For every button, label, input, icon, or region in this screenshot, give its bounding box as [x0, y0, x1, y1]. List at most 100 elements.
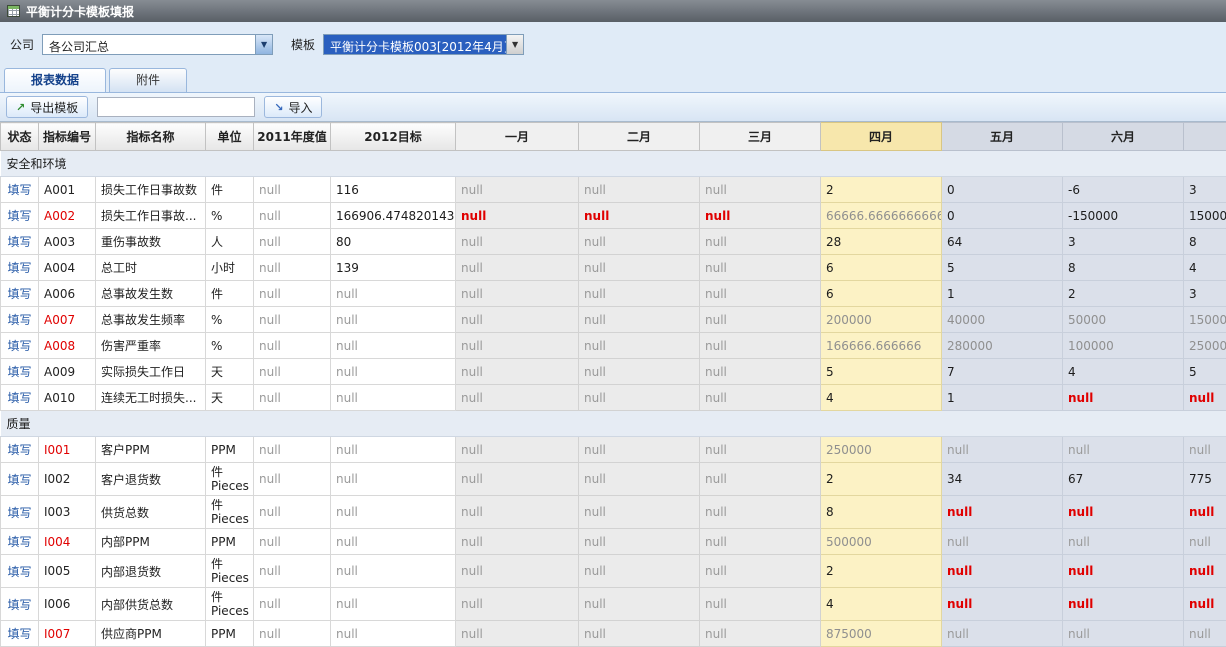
- column-header-status[interactable]: 状态: [1, 123, 39, 151]
- tab-report-data[interactable]: 报表数据: [4, 68, 106, 92]
- value-2011-cell: null: [254, 359, 331, 385]
- chevron-down-icon[interactable]: ▼: [506, 35, 523, 54]
- value-2011-cell: null: [254, 307, 331, 333]
- column-header-feb[interactable]: 二月: [579, 123, 700, 151]
- company-select-value[interactable]: 各公司汇总: [43, 35, 255, 54]
- column-header-clipped[interactable]: [1184, 123, 1226, 151]
- chevron-down-icon[interactable]: ▼: [255, 35, 272, 54]
- month-cell[interactable]: 200000: [821, 307, 942, 333]
- tab-attachments[interactable]: 附件: [109, 68, 187, 92]
- group-label: 安全和环境: [1, 151, 1226, 177]
- month-cell: 15000: [1184, 203, 1226, 229]
- fill-link[interactable]: 填写: [7, 183, 31, 197]
- column-header-jan[interactable]: 一月: [456, 123, 579, 151]
- fill-link[interactable]: 填写: [7, 209, 31, 223]
- import-label: 导入: [288, 99, 312, 116]
- month-cell: null: [942, 621, 1063, 647]
- fill-link[interactable]: 填写: [7, 391, 31, 405]
- month-cell[interactable]: 28: [821, 229, 942, 255]
- column-header-apr[interactable]: 四月: [821, 123, 942, 151]
- status-cell: 填写: [1, 437, 39, 463]
- unit-cell: %: [206, 333, 254, 359]
- month-cell: null: [456, 229, 579, 255]
- month-cell: null: [456, 588, 579, 621]
- month-cell[interactable]: 250000: [821, 437, 942, 463]
- status-cell: 填写: [1, 333, 39, 359]
- fill-link[interactable]: 填写: [7, 565, 31, 579]
- month-cell: null: [700, 529, 821, 555]
- month-cell: 7: [942, 359, 1063, 385]
- unit-line1: 件: [211, 465, 248, 479]
- indicator-code: I005: [39, 555, 96, 588]
- indicator-code: I006: [39, 588, 96, 621]
- column-header-code[interactable]: 指标编号: [39, 123, 96, 151]
- import-button[interactable]: ↘ 导入: [264, 96, 322, 118]
- indicator-name: 损失工作日事故数: [96, 177, 206, 203]
- column-header-target-2012[interactable]: 2012目标: [331, 123, 456, 151]
- month-cell: null: [1063, 588, 1184, 621]
- target-2012-cell: 139: [331, 255, 456, 281]
- value-2011-cell: null: [254, 255, 331, 281]
- indicator-code: A003: [39, 229, 96, 255]
- column-header-unit[interactable]: 单位: [206, 123, 254, 151]
- month-cell[interactable]: 5: [821, 359, 942, 385]
- group-label: 质量: [1, 411, 1226, 437]
- indicator-name: 客户退货数: [96, 463, 206, 496]
- column-header-jun[interactable]: 六月: [1063, 123, 1184, 151]
- indicator-name: 内部PPM: [96, 529, 206, 555]
- month-cell[interactable]: 6: [821, 255, 942, 281]
- month-cell: 280000: [942, 333, 1063, 359]
- month-cell[interactable]: 4: [821, 588, 942, 621]
- fill-link[interactable]: 填写: [7, 313, 31, 327]
- month-cell: null: [700, 359, 821, 385]
- fill-link[interactable]: 填写: [7, 365, 31, 379]
- fill-link[interactable]: 填写: [7, 506, 31, 520]
- column-header-may[interactable]: 五月: [942, 123, 1063, 151]
- company-select[interactable]: 各公司汇总 ▼: [42, 34, 273, 55]
- month-cell: null: [579, 463, 700, 496]
- month-cell[interactable]: 875000: [821, 621, 942, 647]
- fill-link[interactable]: 填写: [7, 535, 31, 549]
- column-header-mar[interactable]: 三月: [700, 123, 821, 151]
- unit-line2: Pieces: [211, 479, 248, 493]
- month-cell[interactable]: 500000: [821, 529, 942, 555]
- fill-link[interactable]: 填写: [7, 287, 31, 301]
- import-file-input[interactable]: [97, 97, 255, 117]
- fill-link[interactable]: 填写: [7, 339, 31, 353]
- month-cell[interactable]: 66666.6666666666: [821, 203, 942, 229]
- template-label: 模板: [291, 36, 315, 53]
- month-cell: null: [1063, 621, 1184, 647]
- value-2011-cell: null: [254, 555, 331, 588]
- column-header-2011[interactable]: 2011年度值: [254, 123, 331, 151]
- month-cell[interactable]: 6: [821, 281, 942, 307]
- month-cell[interactable]: 166666.666666: [821, 333, 942, 359]
- month-cell[interactable]: 2: [821, 555, 942, 588]
- month-cell: null: [456, 437, 579, 463]
- fill-link[interactable]: 填写: [7, 261, 31, 275]
- month-cell: null: [579, 255, 700, 281]
- month-cell: 8: [1063, 255, 1184, 281]
- template-select[interactable]: 平衡计分卡模板003[2012年4月] ▼: [323, 34, 524, 55]
- header-row: 状态 指标编号 指标名称 单位 2011年度值 2012目标 一月 二月 三月 …: [1, 123, 1226, 151]
- value-2011-cell: null: [254, 588, 331, 621]
- target-2012-cell: null: [331, 496, 456, 529]
- fill-link[interactable]: 填写: [7, 598, 31, 612]
- month-cell: null: [456, 307, 579, 333]
- month-cell: null: [942, 555, 1063, 588]
- export-template-button[interactable]: ↗ 导出模板: [6, 96, 88, 118]
- template-select-value[interactable]: 平衡计分卡模板003[2012年4月]: [324, 35, 506, 54]
- month-cell: 5: [1184, 359, 1226, 385]
- target-2012-cell: null: [331, 385, 456, 411]
- fill-link[interactable]: 填写: [7, 627, 31, 641]
- month-cell[interactable]: 2: [821, 463, 942, 496]
- month-cell: 775: [1184, 463, 1226, 496]
- fill-link[interactable]: 填写: [7, 473, 31, 487]
- month-cell[interactable]: 2: [821, 177, 942, 203]
- table-row: 填写A009实际损失工作日天nullnullnullnullnull5745: [1, 359, 1226, 385]
- month-cell[interactable]: 8: [821, 496, 942, 529]
- column-header-name[interactable]: 指标名称: [96, 123, 206, 151]
- month-cell[interactable]: 4: [821, 385, 942, 411]
- fill-link[interactable]: 填写: [7, 235, 31, 249]
- status-cell: 填写: [1, 307, 39, 333]
- fill-link[interactable]: 填写: [7, 443, 31, 457]
